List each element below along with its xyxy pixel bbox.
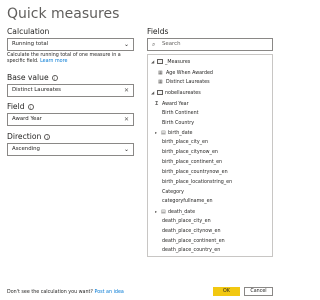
info-icon: i xyxy=(27,103,34,110)
list-item[interactable]: birth_place_city_en xyxy=(162,139,208,147)
calendar-icon: ▤ xyxy=(161,209,166,215)
footer-question: Don't see the calculation you want? Post… xyxy=(7,290,124,295)
post-idea-link[interactable]: Post an idea xyxy=(95,290,124,295)
list-item[interactable]: ▸ ▤ birth_date xyxy=(155,129,193,137)
close-icon[interactable]: ✕ xyxy=(124,114,129,125)
info-icon: i xyxy=(51,74,58,81)
list-item[interactable]: birth_place_countrynow_en xyxy=(162,169,228,177)
list-item[interactable]: ◢ _Measures xyxy=(151,58,190,66)
ok-button[interactable]: OK xyxy=(213,287,240,296)
table-icon xyxy=(157,89,163,95)
direction-label: Direction i xyxy=(7,132,51,141)
list-item[interactable]: birth_place_locationstring_en xyxy=(162,179,232,187)
list-item[interactable]: Category xyxy=(162,189,184,197)
calendar-icon: ▤ xyxy=(161,130,166,136)
close-icon[interactable]: ✕ xyxy=(124,85,129,96)
fields-list[interactable]: ◢ _Measures ▦ Age When Awarded ▦ Distinct L… xyxy=(147,54,273,257)
calculator-icon: ▦ xyxy=(158,79,163,85)
chevron-down-icon: ⌄ xyxy=(123,41,129,48)
list-item[interactable]: death_place_citynow_en xyxy=(162,228,221,236)
list-item[interactable]: death_place_city_en xyxy=(162,218,211,226)
list-item[interactable]: Birth Country xyxy=(162,120,194,128)
list-item[interactable]: categoryfullname_en xyxy=(162,198,213,206)
learn-more-link[interactable]: Learn more xyxy=(40,59,67,64)
list-item[interactable]: ▦ Age When Awarded xyxy=(158,69,213,77)
direction-dropdown[interactable]: Ascending ⌄ xyxy=(7,143,134,156)
search-icon: ⌕ xyxy=(152,41,156,48)
fields-label: Fields xyxy=(147,27,169,36)
search-input[interactable]: ⌕ Search xyxy=(147,38,273,51)
field-input[interactable]: Award Year ✕ xyxy=(7,113,134,126)
list-item[interactable]: birth_place_continent_en xyxy=(162,159,222,167)
list-item[interactable]: Σ Award Year xyxy=(155,100,189,108)
dialog-title: Quick measures xyxy=(7,6,120,22)
list-item[interactable]: Birth Continent xyxy=(162,110,199,118)
list-item[interactable]: ◢ nobellaureates xyxy=(151,89,201,97)
list-item[interactable]: death_place_country_en xyxy=(162,247,220,255)
base-value-field[interactable]: Distinct Laureates ✕ xyxy=(7,84,134,97)
info-icon: i xyxy=(44,133,51,140)
calculation-description: Calculate the running total of one measu… xyxy=(7,53,121,64)
list-item[interactable]: birth_place_citynow_en xyxy=(162,149,218,157)
list-item[interactable]: ▸ ▤ death_date xyxy=(155,208,195,216)
list-item[interactable]: death_place_continent_en xyxy=(162,238,225,246)
list-item[interactable]: ▦ Distinct Laureates xyxy=(158,78,210,86)
table-icon xyxy=(157,58,163,64)
field-label: Field i xyxy=(7,102,34,111)
calculator-icon: ▦ xyxy=(158,70,163,76)
cancel-button[interactable]: Cancel xyxy=(244,287,273,296)
sigma-icon: Σ xyxy=(155,101,159,107)
base-value-label: Base value i xyxy=(7,73,58,82)
chevron-down-icon: ⌄ xyxy=(123,146,129,153)
calculation-dropdown[interactable]: Running total ⌄ xyxy=(7,38,134,51)
calculation-label: Calculation xyxy=(7,27,50,36)
